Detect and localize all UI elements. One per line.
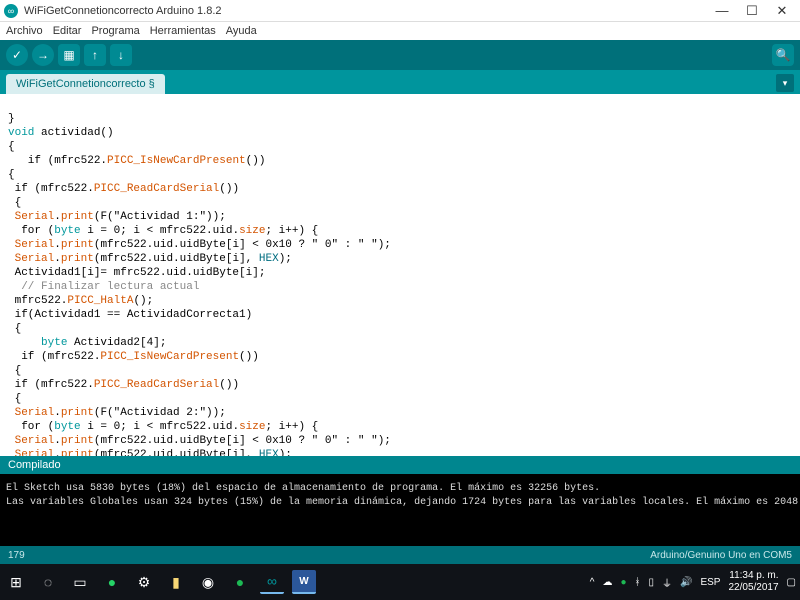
save-button[interactable]: ↓ — [110, 44, 132, 66]
menu-editar[interactable]: Editar — [53, 25, 82, 37]
window-title: WiFiGetConnetioncorrecto Arduino 1.8.2 — [24, 5, 716, 17]
wifi-icon[interactable]: ⏚ — [662, 575, 672, 590]
arduino-icon[interactable]: ∞ — [260, 570, 284, 594]
task-view-icon[interactable]: ▭ — [68, 570, 92, 594]
battery-icon[interactable]: ▯ — [649, 577, 655, 588]
volume-icon[interactable]: 🔊 — [680, 577, 692, 588]
spotify-icon[interactable]: ● — [228, 570, 252, 594]
open-button[interactable]: ↑ — [84, 44, 106, 66]
menu-bar: Archivo Editar Programa Herramientas Ayu… — [0, 22, 800, 40]
system-tray: ^ ☁ ● ᚼ ▯ ⏚ 🔊 ESP 11:34 p. m. 22/05/2017… — [590, 570, 796, 594]
windows-taskbar: ⊞ ◌ ▭ ● ⚙ ▮ ◉ ● ∞ W ^ ☁ ● ᚼ ▯ ⏚ 🔊 ESP 11… — [0, 564, 800, 600]
window-titlebar: WiFiGetConnetioncorrecto Arduino 1.8.2 —… — [0, 0, 800, 22]
code-editor[interactable]: } void actividad() { if (mfrc522.PICC_Is… — [0, 94, 800, 456]
new-button[interactable]: ▦ — [58, 44, 80, 66]
bluetooth-icon[interactable]: ᚼ — [635, 577, 641, 588]
line-number: 179 — [8, 550, 25, 561]
upload-button[interactable]: → — [32, 44, 54, 66]
onedrive-icon[interactable]: ☁ — [602, 577, 612, 588]
console-line: Las variables Globales usan 324 bytes (1… — [6, 496, 794, 510]
tray-app-icon[interactable]: ● — [620, 577, 626, 588]
verify-button[interactable]: ✓ — [6, 44, 28, 66]
status-label: Compilado — [8, 459, 61, 471]
maximize-button[interactable]: ☐ — [746, 5, 758, 17]
footer-bar: 179 Arduino/Genuino Uno en COM5 — [0, 546, 800, 564]
tab-bar: WiFiGetConnetioncorrecto § ▾ — [0, 70, 800, 94]
minimize-button[interactable]: — — [716, 5, 728, 17]
console-line: El Sketch usa 5830 bytes (18%) del espac… — [6, 482, 794, 496]
search-icon[interactable]: ◌ — [36, 570, 60, 594]
chrome-icon[interactable]: ◉ — [196, 570, 220, 594]
status-bar: Compilado — [0, 456, 800, 474]
settings-icon[interactable]: ⚙ — [132, 570, 156, 594]
close-button[interactable]: ✕ — [776, 5, 788, 17]
sketch-tab[interactable]: WiFiGetConnetioncorrecto § — [6, 74, 165, 94]
start-button[interactable]: ⊞ — [4, 570, 28, 594]
tab-menu-button[interactable]: ▾ — [776, 74, 794, 92]
menu-ayuda[interactable]: Ayuda — [226, 25, 257, 37]
arduino-app-icon — [4, 4, 18, 18]
board-port-info: Arduino/Genuino Uno en COM5 — [650, 550, 792, 561]
tray-expand-icon[interactable]: ^ — [590, 577, 595, 588]
menu-herramientas[interactable]: Herramientas — [150, 25, 216, 37]
file-explorer-icon[interactable]: ▮ — [164, 570, 188, 594]
output-console[interactable]: El Sketch usa 5830 bytes (18%) del espac… — [0, 474, 800, 546]
notifications-icon[interactable]: ▢ — [787, 577, 796, 588]
language-indicator[interactable]: ESP — [700, 577, 720, 588]
menu-archivo[interactable]: Archivo — [6, 25, 43, 37]
whatsapp-icon[interactable]: ● — [100, 570, 124, 594]
serial-monitor-button[interactable]: 🔍 — [772, 44, 794, 66]
menu-programa[interactable]: Programa — [91, 25, 139, 37]
toolbar: ✓ → ▦ ↑ ↓ 🔍 — [0, 40, 800, 70]
clock[interactable]: 11:34 p. m. 22/05/2017 — [728, 570, 778, 594]
word-icon[interactable]: W — [292, 570, 316, 594]
